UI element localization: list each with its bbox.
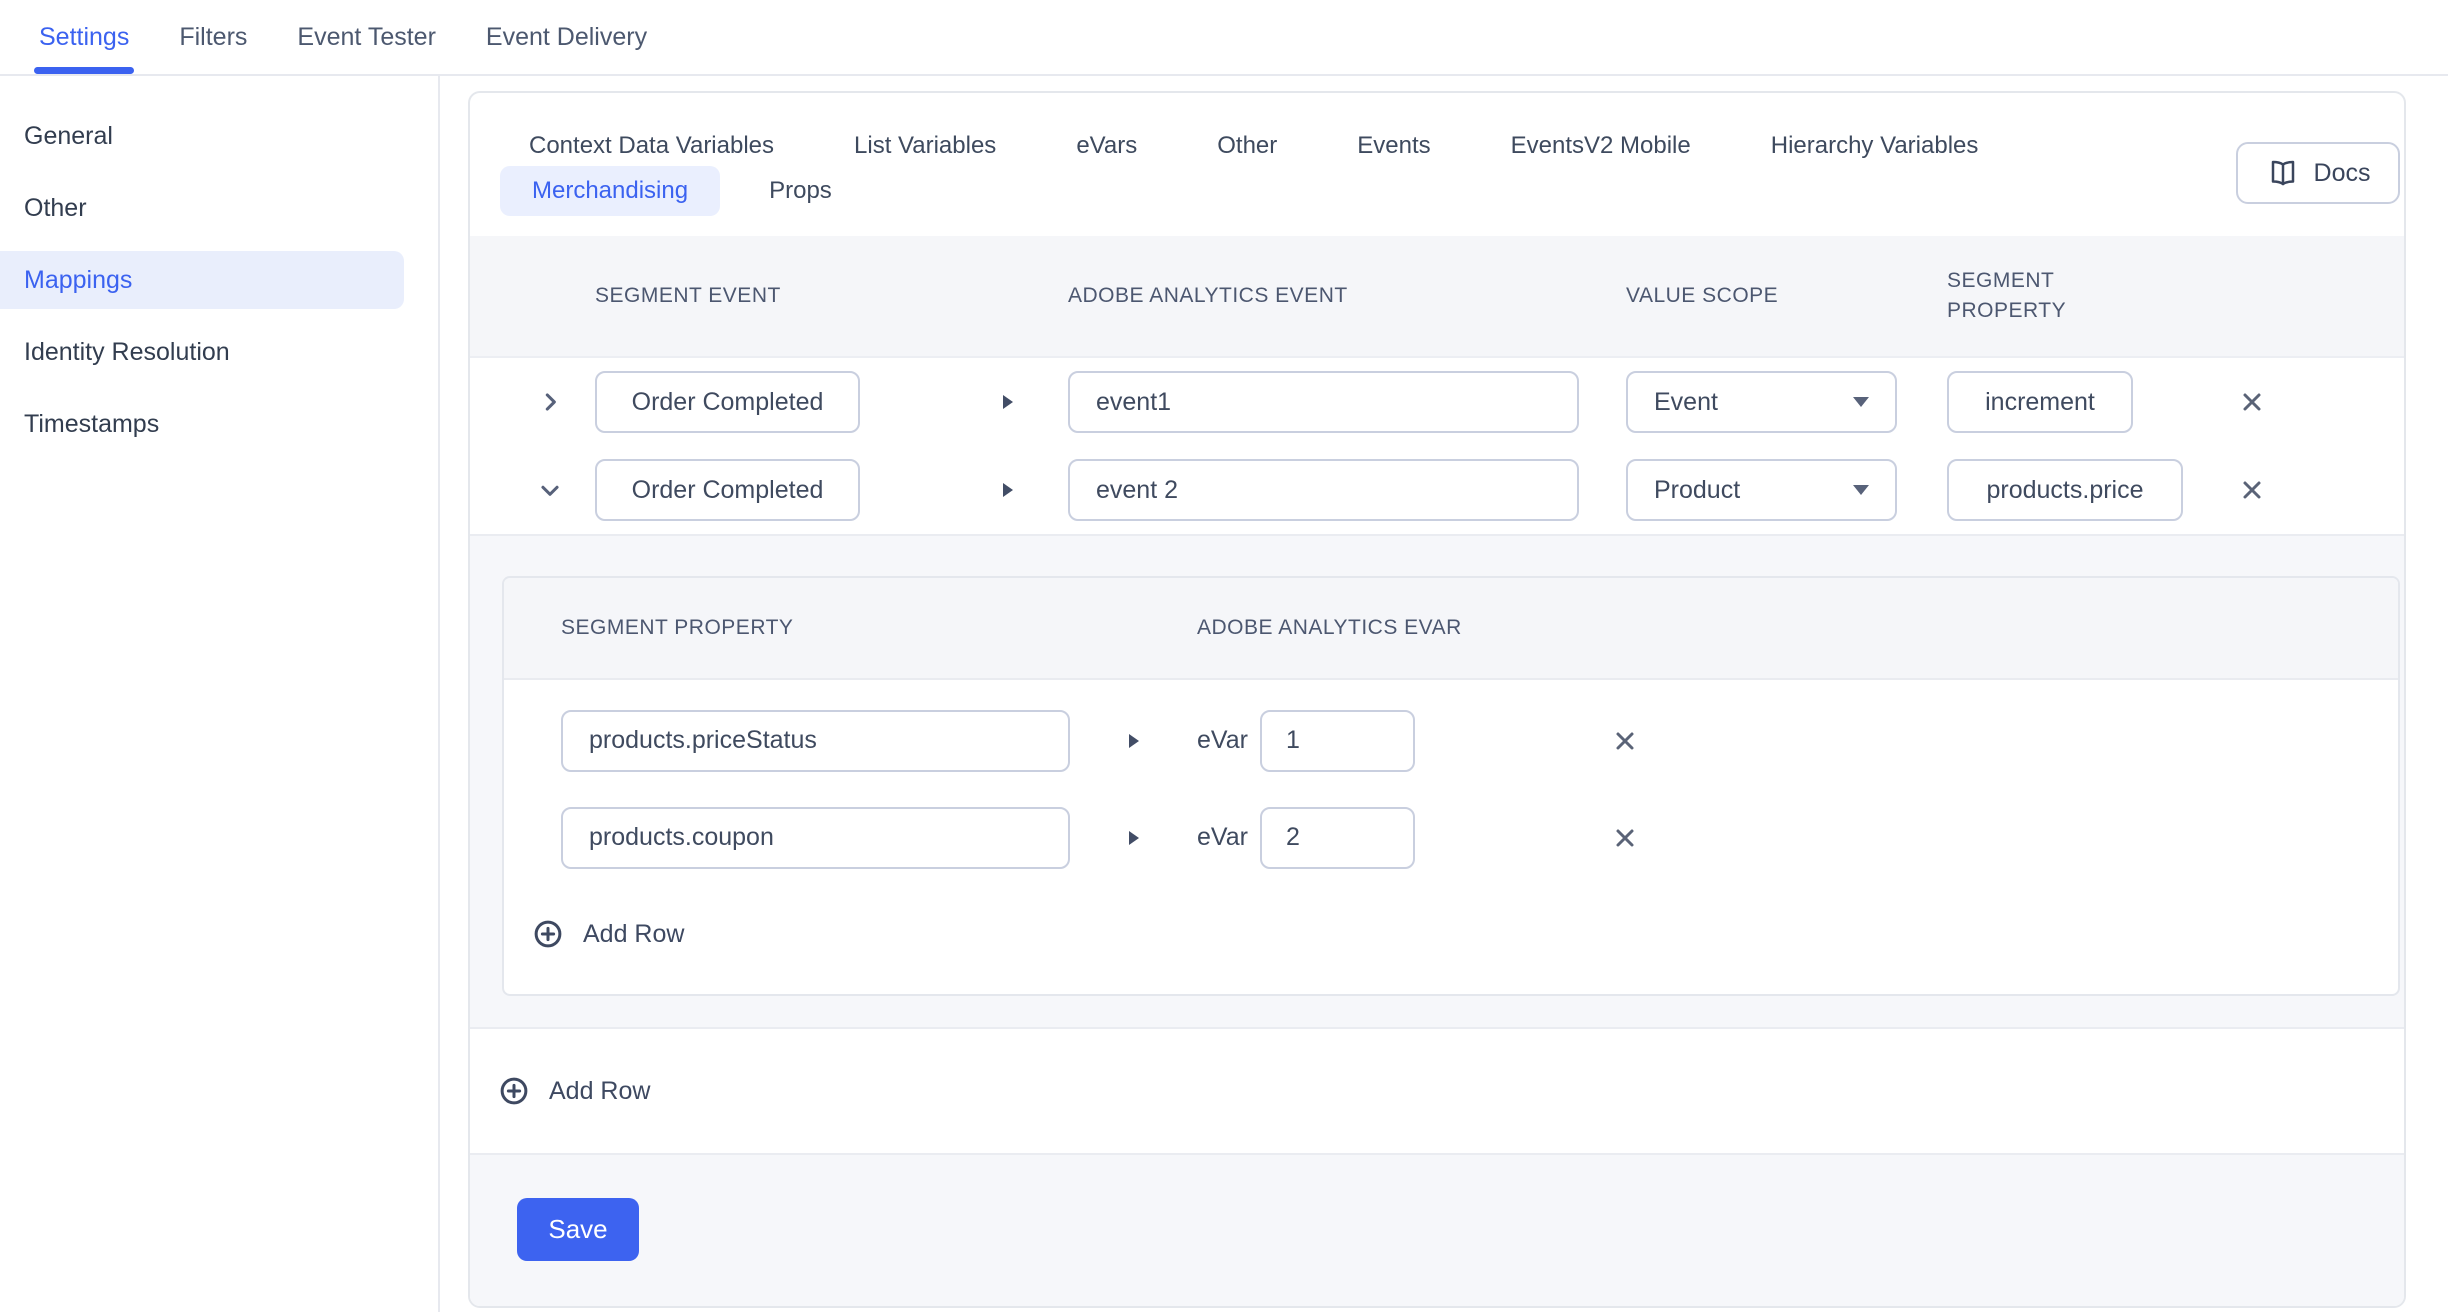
top-nav: Settings Filters Event Tester Event Deli… <box>0 0 2448 76</box>
evar-prefix-label: eVar <box>1197 726 1260 755</box>
nav-tab-settings[interactable]: Settings <box>39 0 129 74</box>
maps-to-arrow-icon <box>860 480 1068 500</box>
tab-events[interactable]: Events <box>1357 132 1430 160</box>
sidebar-item-mappings[interactable]: Mappings <box>0 251 404 309</box>
adobe-analytics-event-input[interactable]: event1 <box>1068 371 1579 433</box>
sidebar-item-general[interactable]: General <box>0 107 438 165</box>
column-header-adobe-analytics-event: ADOBE ANALYTICS EVENT <box>1068 284 1579 308</box>
maps-to-arrow-icon <box>1070 828 1197 848</box>
mappings-card: Context Data Variables List Variables eV… <box>468 91 2406 1308</box>
tab-evars[interactable]: eVars <box>1076 132 1137 160</box>
add-row-label: Add Row <box>583 920 684 949</box>
evar-number-input[interactable]: 2 <box>1260 807 1415 869</box>
add-row-label: Add Row <box>549 1077 650 1106</box>
value-scope-selected: Event <box>1654 388 1718 417</box>
mapping-row: Order Completed event1 Event increment <box>470 358 2404 446</box>
book-icon <box>2266 158 2300 188</box>
variable-tabs-header: Context Data Variables List Variables eV… <box>470 93 2404 236</box>
sidebar-item-label: Timestamps <box>24 410 159 439</box>
column-header-value-scope: VALUE SCOPE <box>1626 284 1897 308</box>
collapse-row-button[interactable] <box>504 477 595 503</box>
remove-row-button[interactable] <box>2222 390 2282 414</box>
sidebar-item-label: Mappings <box>24 266 132 295</box>
plus-circle-icon <box>499 1076 529 1106</box>
sidebar-item-label: Identity Resolution <box>24 338 230 367</box>
add-mapping-row-button[interactable]: Add Row <box>470 1029 2404 1153</box>
column-header-adobe-analytics-evar: ADOBE ANALYTICS EVAR <box>1197 616 1462 640</box>
expand-row-button[interactable] <box>504 389 595 415</box>
tab-hierarchy-variables[interactable]: Hierarchy Variables <box>1771 132 1979 160</box>
evar-number-input[interactable]: 1 <box>1260 710 1415 772</box>
sidebar-item-other[interactable]: Other <box>0 179 438 237</box>
plus-circle-icon <box>533 919 563 949</box>
tab-list-variables[interactable]: List Variables <box>854 132 996 160</box>
chevron-down-icon <box>537 477 563 503</box>
nav-tab-event-delivery[interactable]: Event Delivery <box>486 0 647 74</box>
segment-property-input[interactable]: products.price <box>1947 459 2183 521</box>
column-header-segment-property: SEGMENT PROPERTY <box>1947 266 2183 327</box>
app-root: Settings Filters Event Tester Event Deli… <box>0 0 2448 1312</box>
page-body: General Other Mappings Identity Resoluti… <box>0 76 2448 1312</box>
value-scope-select[interactable]: Event <box>1626 371 1897 433</box>
sidebar-item-label: Other <box>24 194 87 223</box>
nav-tab-label: Filters <box>179 23 247 52</box>
sidebar-item-label: General <box>24 122 113 151</box>
settings-sidebar: General Other Mappings Identity Resoluti… <box>0 76 440 1312</box>
mapping-table-header: SEGMENT EVENT ADOBE ANALYTICS EVENT VALU… <box>470 236 2404 358</box>
expanded-row-section: SEGMENT PROPERTY ADOBE ANALYTICS EVAR pr… <box>470 534 2404 1029</box>
evar-table-header: SEGMENT PROPERTY ADOBE ANALYTICS EVAR <box>504 578 2398 680</box>
evar-prefix-label: eVar <box>1197 823 1260 852</box>
card-footer: Save <box>470 1153 2404 1306</box>
nav-tab-label: Event Delivery <box>486 23 647 52</box>
variable-tabs-row-2: Merchandising Props <box>470 166 2404 216</box>
column-header-segment-event: SEGMENT EVENT <box>595 284 860 308</box>
column-header-segment-property: SEGMENT PROPERTY <box>561 616 1197 640</box>
adobe-analytics-event-input[interactable]: event 2 <box>1068 459 1579 521</box>
chevron-right-icon <box>537 389 563 415</box>
nav-tab-label: Settings <box>39 23 129 52</box>
segment-property-input[interactable]: products.coupon <box>561 807 1070 869</box>
segment-property-input[interactable]: products.priceStatus <box>561 710 1070 772</box>
caret-down-icon <box>1851 395 1871 409</box>
save-button[interactable]: Save <box>517 1198 639 1261</box>
evar-row: products.coupon eVar 2 <box>504 789 2398 886</box>
mapping-row: Order Completed event 2 Product products… <box>470 446 2404 534</box>
close-icon <box>1613 826 1637 850</box>
tab-other[interactable]: Other <box>1217 132 1277 160</box>
close-icon <box>2240 478 2264 502</box>
value-scope-select[interactable]: Product <box>1626 459 1897 521</box>
main-content: Context Data Variables List Variables eV… <box>440 76 2448 1312</box>
nav-tab-label: Event Tester <box>297 23 436 52</box>
maps-to-arrow-icon <box>860 392 1068 412</box>
add-evar-row-button[interactable]: Add Row <box>533 910 684 958</box>
nav-tab-filters[interactable]: Filters <box>179 0 247 74</box>
docs-button-label: Docs <box>2314 159 2371 188</box>
close-icon <box>2240 390 2264 414</box>
caret-down-icon <box>1851 483 1871 497</box>
maps-to-arrow-icon <box>1070 731 1197 751</box>
tab-merchandising[interactable]: Merchandising <box>500 166 720 216</box>
segment-event-input[interactable]: Order Completed <box>595 459 860 521</box>
segment-event-input[interactable]: Order Completed <box>595 371 860 433</box>
remove-row-button[interactable] <box>2222 478 2282 502</box>
sidebar-item-timestamps[interactable]: Timestamps <box>0 395 438 453</box>
tab-eventsv2-mobile[interactable]: EventsV2 Mobile <box>1511 132 1691 160</box>
variable-tabs-row-1: Context Data Variables List Variables eV… <box>470 132 2404 160</box>
evar-table: SEGMENT PROPERTY ADOBE ANALYTICS EVAR pr… <box>502 576 2400 996</box>
tab-context-data-variables[interactable]: Context Data Variables <box>529 132 774 160</box>
docs-button[interactable]: Docs <box>2236 142 2400 204</box>
segment-property-input[interactable]: increment <box>1947 371 2133 433</box>
evar-row: products.priceStatus eVar 1 <box>504 692 2398 789</box>
remove-evar-row-button[interactable] <box>1595 826 1655 850</box>
remove-evar-row-button[interactable] <box>1595 729 1655 753</box>
value-scope-selected: Product <box>1654 476 1740 505</box>
evar-rows: products.priceStatus eVar 1 <box>504 680 2398 886</box>
close-icon <box>1613 729 1637 753</box>
nav-tab-event-tester[interactable]: Event Tester <box>297 0 436 74</box>
tab-props[interactable]: Props <box>769 177 832 205</box>
sidebar-item-identity-resolution[interactable]: Identity Resolution <box>0 323 438 381</box>
